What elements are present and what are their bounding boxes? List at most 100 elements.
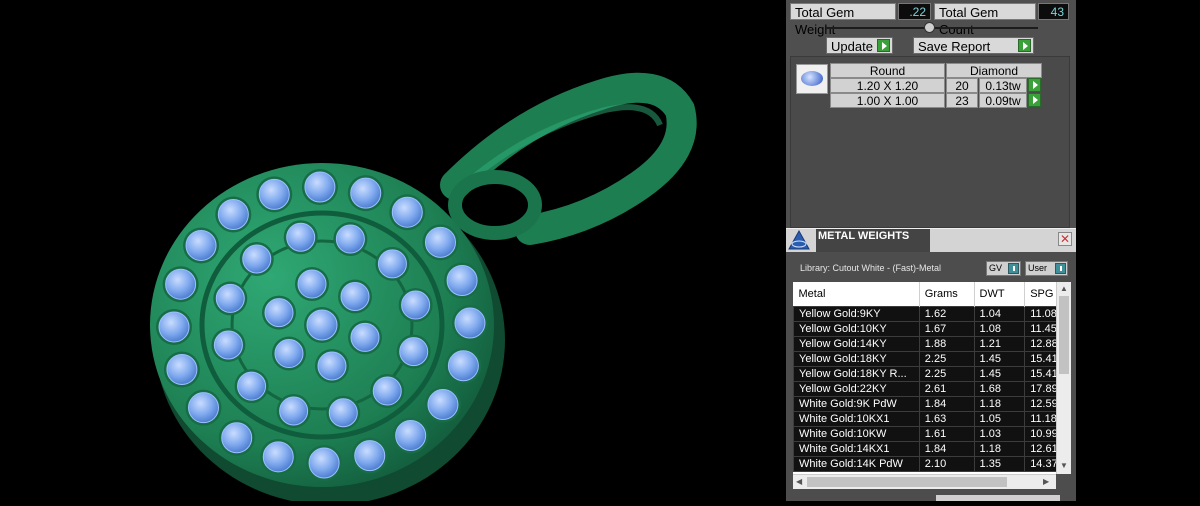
gem-stone <box>242 244 272 274</box>
table-cell: 1.61 <box>918 426 975 442</box>
table-row[interactable]: White Gold:10KW 1.61 1.03 10.99 <box>793 426 1071 442</box>
gem-stone <box>166 353 198 385</box>
gem-weight-cell: 0.13tw <box>979 78 1027 93</box>
horizontal-scroll-thumb[interactable] <box>807 477 1007 487</box>
gem-stone <box>274 339 304 369</box>
table-cell: Yellow Gold:18KY R... <box>793 366 920 382</box>
table-row[interactable]: Yellow Gold:18KY R... 2.25 1.45 15.41 <box>793 366 1071 382</box>
table-row[interactable]: White Gold:10KX1 1.63 1.05 11.18 <box>793 411 1071 427</box>
library-label: Library: Cutout White - (Fast)-Metal <box>800 263 942 273</box>
vertical-scrollbar[interactable]: ▲ ▼ <box>1056 282 1071 474</box>
table-cell: 1.63 <box>918 411 975 427</box>
table-cell: 1.03 <box>973 426 1026 442</box>
table-cell: Yellow Gold:18KY <box>793 351 920 367</box>
metal-weights-titlebar[interactable]: METAL WEIGHTS <box>786 228 1076 252</box>
table-row[interactable]: Yellow Gold:18KY 2.25 1.45 15.41 <box>793 351 1071 367</box>
table-cell: Yellow Gold:14KY <box>793 336 920 352</box>
table-cell: White Gold:10KX1 <box>793 411 920 427</box>
gem-stone <box>297 269 327 299</box>
table-cell: 1.62 <box>918 306 975 322</box>
table-cell: White Gold:14K PdW <box>793 456 920 472</box>
table-cell: 2.10 <box>918 456 975 472</box>
scroll-down-icon[interactable]: ▼ <box>1060 462 1068 470</box>
table-cell: 1.67 <box>918 321 975 337</box>
update-button[interactable]: Update <box>826 37 893 54</box>
gem-stone <box>427 389 459 421</box>
bottom-button[interactable] <box>936 495 1060 501</box>
gem-count-cell: 20 <box>946 78 978 93</box>
column-header-metal[interactable]: Metal <box>793 282 920 307</box>
gem-row-play-icon[interactable] <box>1028 78 1041 92</box>
table-row[interactable]: White Gold:14K PdW 2.10 1.35 14.37 <box>793 456 1071 472</box>
gem-size-cell: 1.20 X 1.20 <box>830 78 945 93</box>
table-row[interactable]: Yellow Gold:9KY 1.62 1.04 11.08 <box>793 306 1071 322</box>
table-cell: White Gold:10KW <box>793 426 920 442</box>
table-cell: 1.18 <box>973 441 1026 457</box>
table-cell: Yellow Gold:10KY <box>793 321 920 337</box>
gem-stone <box>217 199 249 231</box>
scroll-left-icon[interactable]: ◀ <box>796 478 802 486</box>
gem-count-cell: 23 <box>946 93 978 108</box>
slider-knob[interactable] <box>924 22 935 33</box>
total-gem-weight-label: Total Gem Weight <box>790 3 896 37</box>
table-row[interactable]: Yellow Gold:22KY 2.61 1.68 17.89 <box>793 381 1071 397</box>
round-diamond-icon[interactable] <box>796 64 828 94</box>
gem-stone <box>215 283 245 313</box>
toggle-icon <box>1055 263 1066 274</box>
table-row[interactable]: Yellow Gold:14KY 1.88 1.21 12.88 <box>793 336 1071 352</box>
gem-stone <box>317 351 347 381</box>
table-cell: 1.45 <box>973 351 1026 367</box>
3d-viewport[interactable] <box>0 0 786 505</box>
gem-stone <box>308 447 340 479</box>
table-cell: 2.25 <box>918 366 975 382</box>
gem-stone <box>335 224 365 254</box>
play-icon <box>1018 39 1031 52</box>
gem-stone <box>213 330 243 360</box>
gem-stone <box>286 222 316 252</box>
horizontal-scrollbar[interactable]: ◀ ▶ <box>793 474 1056 489</box>
gem-stone <box>185 229 217 261</box>
app-logo-icon <box>788 230 810 250</box>
gem-stone <box>158 311 190 343</box>
table-cell: 1.08 <box>973 321 1026 337</box>
gv-toggle[interactable]: GV <box>986 261 1021 276</box>
metal-weights-title: METAL WEIGHTS <box>816 229 930 252</box>
metal-weights-table[interactable]: Metal Grams DWT SPG Yellow Gold:9KY 1.62 1… <box>793 282 1071 474</box>
update-button-label: Update <box>831 39 873 54</box>
table-cell: 1.05 <box>973 411 1026 427</box>
vertical-scroll-thumb[interactable] <box>1059 296 1069 374</box>
table-row[interactable]: White Gold:14KX1 1.84 1.18 12.61 <box>793 441 1071 457</box>
gem-stone <box>424 226 456 258</box>
save-report-button-label: Save Report <box>918 39 991 54</box>
gem-shape-header: Round <box>830 63 945 78</box>
scroll-up-icon[interactable]: ▲ <box>1060 285 1068 293</box>
table-cell: 1.45 <box>973 366 1026 382</box>
gem-stone <box>165 268 197 300</box>
table-cell: White Gold:14KX1 <box>793 441 920 457</box>
column-header-dwt[interactable]: DWT <box>974 282 1026 307</box>
gem-stone <box>279 396 309 426</box>
panel-edge <box>1076 0 1200 501</box>
table-row[interactable]: White Gold:9K PdW 1.84 1.18 12.59 <box>793 396 1071 412</box>
column-header-grams[interactable]: Grams <box>919 282 975 307</box>
table-cell: Yellow Gold:22KY <box>793 381 920 397</box>
gem-stone-header: Diamond <box>946 63 1042 78</box>
gem-stone <box>262 441 294 473</box>
table-cell: 1.84 <box>918 441 975 457</box>
gem-stone <box>401 290 431 320</box>
gem-stone <box>399 337 429 367</box>
user-toggle-label: User <box>1028 263 1048 273</box>
table-row[interactable]: Yellow Gold:10KY 1.67 1.08 11.45 <box>793 321 1071 337</box>
gem-stone <box>340 281 370 311</box>
close-icon[interactable]: ✕ <box>1058 232 1072 246</box>
table-cell: 1.35 <box>973 456 1026 472</box>
gem-stone <box>454 307 486 339</box>
gem-stone <box>372 376 402 406</box>
pendant-render <box>150 72 697 505</box>
user-toggle[interactable]: User <box>1025 261 1068 276</box>
gem-stone <box>350 177 382 209</box>
save-report-button[interactable]: Save Report <box>913 37 1034 54</box>
toggle-icon <box>1008 263 1019 274</box>
gem-row-play-icon[interactable] <box>1028 93 1041 107</box>
scroll-right-icon[interactable]: ▶ <box>1043 478 1049 486</box>
